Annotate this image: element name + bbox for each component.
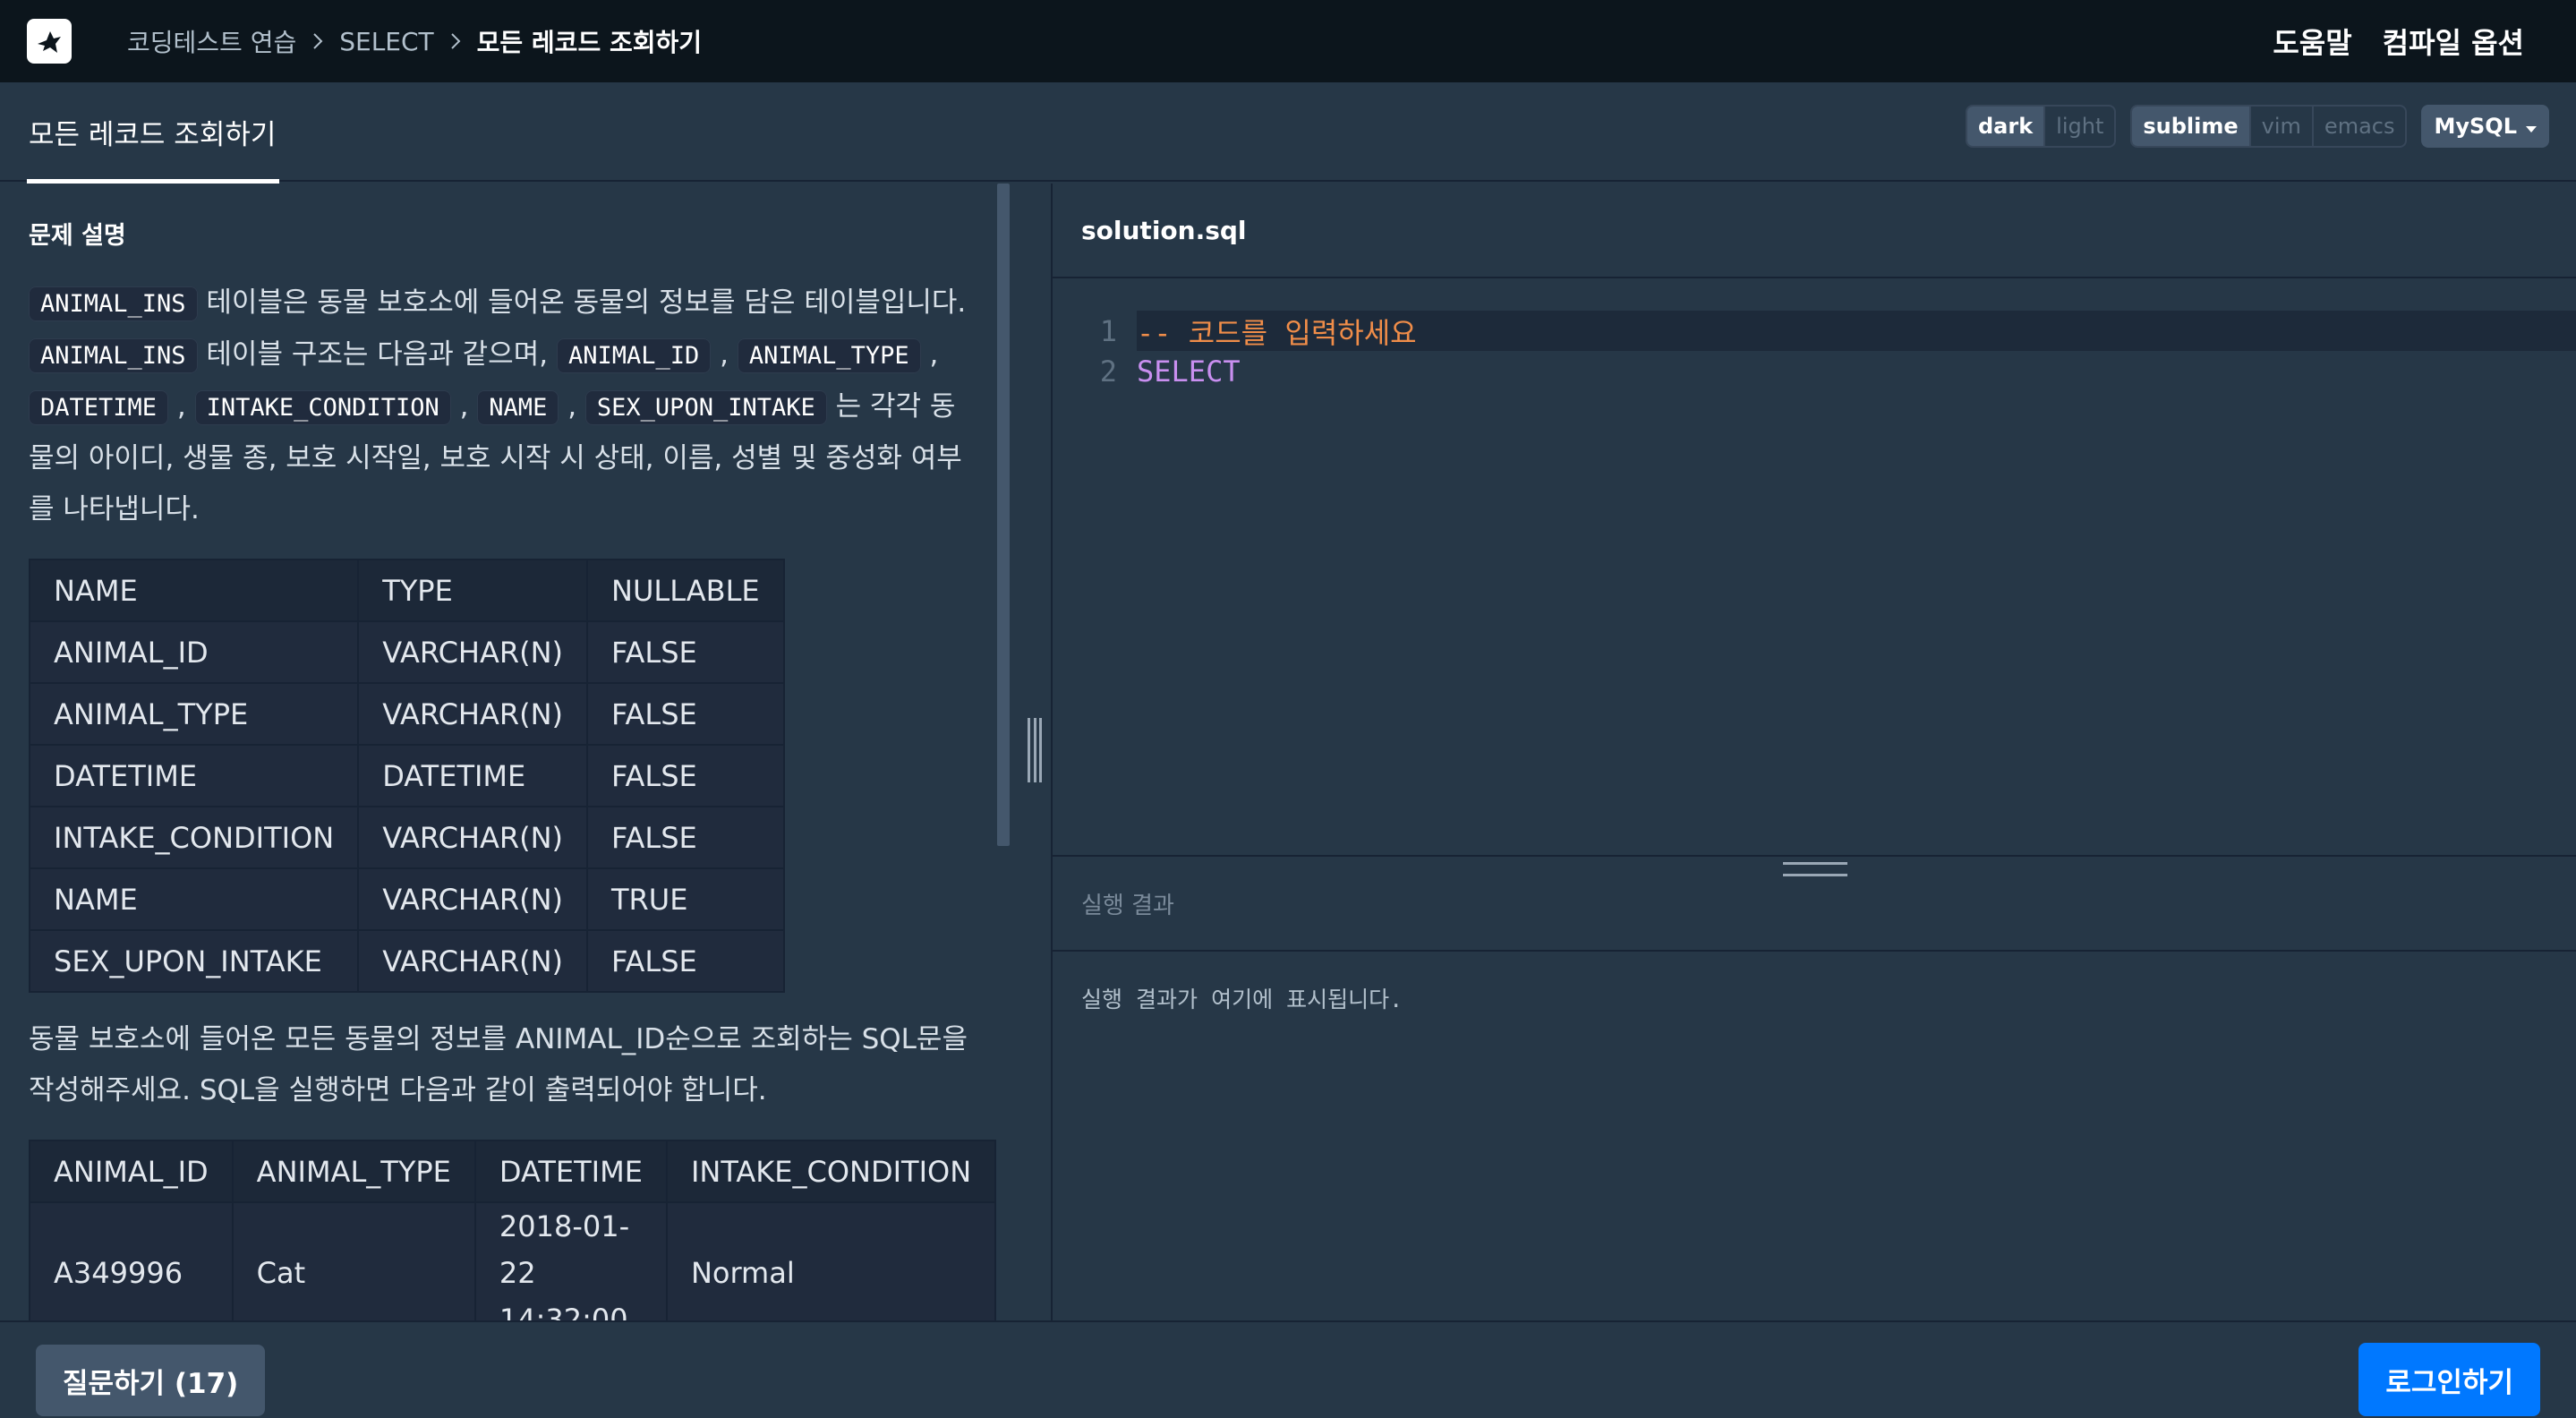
table-row: A349996 Cat 2018-01-22 14:32:00 Normal	[29, 1201, 997, 1320]
table-cell: INTAKE_CONDITION	[28, 806, 360, 869]
result-output: 실행 결과가 여기에 표시됩니다.	[1081, 987, 1403, 1012]
code-line-text: SELECT	[1137, 354, 1241, 389]
inline-code: DATETIME	[29, 390, 169, 425]
editor-file-tab[interactable]: solution.sql	[1053, 184, 2576, 278]
table-cell: FALSE	[586, 744, 785, 807]
text: 테이블 구조는 다음과 같으며,	[197, 338, 557, 371]
horizontal-grip-icon[interactable]	[1783, 862, 1847, 876]
breadcrumb: 코딩테스트 연습 SELECT 모든 레코드 조회하기	[127, 23, 702, 59]
problem-header: 모든 레코드 조회하기 dark light sublime vim emacs…	[0, 82, 2576, 184]
language-select-value: MySQL	[2434, 114, 2517, 139]
table-row: ANIMAL_ID VARCHAR(N) FALSE	[28, 620, 785, 684]
table-cell: TRUE	[586, 867, 785, 931]
section-title: 문제 설명	[29, 222, 126, 250]
table-cell: ANIMAL_TYPE	[28, 682, 360, 746]
table-header: ANIMAL_ID	[29, 1140, 234, 1203]
text: ,	[929, 338, 939, 371]
problem-description-pane: 문제 설명 ANIMAL_INS 테이블은 동물 보호소에 들어온 동물의 정보…	[0, 184, 1011, 1320]
text: ,	[459, 390, 469, 423]
table-cell: NAME	[28, 867, 360, 931]
breadcrumb-item-coding-test[interactable]: 코딩테스트 연습	[127, 23, 296, 59]
code-line[interactable]: 2 SELECT	[1053, 351, 2576, 391]
code-editor[interactable]: 1 -- 코드를 입력하세요 2 SELECT	[1053, 311, 2576, 391]
breadcrumb-item-select[interactable]: SELECT	[339, 27, 433, 56]
table-cell: VARCHAR(N)	[357, 806, 588, 869]
pane-resize-handle[interactable]	[1011, 184, 1053, 1320]
keymap-vim-button[interactable]: vim	[2248, 107, 2312, 146]
theme-toggle: dark light	[1966, 105, 2117, 148]
table-cell: VARCHAR(N)	[357, 929, 588, 993]
theme-light-button[interactable]: light	[2043, 107, 2114, 146]
keymap-toggle: sublime vim emacs	[2130, 105, 2408, 148]
table-row: INTAKE_CONDITION VARCHAR(N) FALSE	[28, 806, 785, 869]
table-header: INTAKE_CONDITION	[665, 1140, 997, 1203]
table-cell: SEX_UPON_INTAKE	[28, 929, 360, 993]
table-header-row: ANIMAL_ID ANIMAL_TYPE DATETIME INTAKE_CO…	[29, 1140, 997, 1203]
table-header: ANIMAL_TYPE	[231, 1140, 476, 1203]
line-number: 1	[1099, 313, 1117, 348]
table-cell: VARCHAR(N)	[357, 620, 588, 684]
table-cell: ANIMAL_ID	[28, 620, 360, 684]
table-cell: Cat	[231, 1201, 476, 1320]
table-header: TYPE	[357, 559, 588, 622]
chevron-right-icon	[450, 32, 461, 50]
table-cell: VARCHAR(N)	[357, 867, 588, 931]
top-nav: 코딩테스트 연습 SELECT 모든 레코드 조회하기 도움말 컴파일 옵션	[0, 0, 2576, 82]
table-cell: A349996	[29, 1201, 234, 1320]
chevron-right-icon	[312, 32, 323, 50]
help-link[interactable]: 도움말	[2273, 21, 2351, 62]
theme-dark-button[interactable]: dark	[1967, 107, 2044, 146]
table-row: ANIMAL_TYPE VARCHAR(N) FALSE	[28, 682, 785, 746]
table-cell: FALSE	[586, 682, 785, 746]
inline-code: SEX_UPON_INTAKE	[584, 390, 827, 425]
table-cell: DATETIME	[28, 744, 360, 807]
example-output-table: ANIMAL_ID ANIMAL_TYPE DATETIME INTAKE_CO…	[29, 1140, 997, 1320]
language-select[interactable]: MySQL	[2421, 105, 2549, 148]
table-cell: 2018-01-22 14:32:00	[473, 1201, 668, 1320]
description-scrollbar[interactable]	[997, 184, 1010, 846]
login-button[interactable]: 로그인하기	[2358, 1343, 2540, 1416]
breadcrumb-current: 모든 레코드 조회하기	[476, 28, 702, 57]
table-cell: Normal	[665, 1201, 997, 1320]
table-cell: FALSE	[586, 929, 785, 993]
table-header: NAME	[28, 559, 360, 622]
table-row: DATETIME DATETIME FALSE	[28, 744, 785, 807]
problem-paragraph-2: 동물 보호소에 들어온 모든 동물의 정보를 ANIMAL_ID순으로 조회하는…	[29, 1023, 968, 1106]
footer-bar: 질문하기 (17) 로그인하기	[0, 1320, 2576, 1418]
text: ,	[720, 338, 729, 371]
inline-code: ANIMAL_ID	[556, 338, 712, 373]
problem-paragraph-1: ANIMAL_INS 테이블은 동물 보호소에 들어온 동물의 정보를 담은 테…	[29, 278, 968, 535]
table-cell: VARCHAR(N)	[357, 682, 588, 746]
text: 테이블은 동물 보호소에 들어온 동물의 정보를 담은 테이블입니다.	[197, 286, 967, 319]
inline-code: ANIMAL_TYPE	[737, 338, 921, 373]
inline-code: INTAKE_CONDITION	[194, 390, 451, 425]
vertical-grip-icon	[1028, 718, 1042, 782]
inline-code: ANIMAL_INS	[29, 338, 198, 373]
question-button[interactable]: 질문하기 (17)	[36, 1345, 266, 1416]
code-line[interactable]: 1 -- 코드를 입력하세요	[1100, 311, 2576, 351]
caret-down-icon	[2526, 114, 2537, 139]
table-cell: FALSE	[586, 806, 785, 869]
schema-table: NAME TYPE NULLABLE ANIMAL_ID VARCHAR(N) …	[28, 559, 785, 993]
table-row: NAME VARCHAR(N) TRUE	[28, 867, 785, 931]
programmers-logo-icon[interactable]	[27, 19, 72, 64]
line-number: 2	[1099, 354, 1117, 389]
compile-options-link[interactable]: 컴파일 옵션	[2383, 21, 2524, 62]
table-header-row: NAME TYPE NULLABLE	[28, 559, 785, 622]
table-header: DATETIME	[473, 1140, 668, 1203]
table-row: SEX_UPON_INTAKE VARCHAR(N) FALSE	[28, 929, 785, 993]
code-line-text: -- 코드를 입력하세요	[1137, 315, 1417, 350]
code-editor-pane: solution.sql 1 -- 코드를 입력하세요 2 SELECT	[1053, 184, 2576, 855]
table-cell: FALSE	[586, 620, 785, 684]
table-header: NULLABLE	[586, 559, 785, 622]
inline-code: NAME	[477, 390, 559, 425]
text: ,	[567, 390, 577, 423]
text: ,	[176, 390, 186, 423]
keymap-sublime-button[interactable]: sublime	[2132, 107, 2249, 146]
table-cell: DATETIME	[357, 744, 588, 807]
problem-title-tab[interactable]: 모든 레코드 조회하기	[27, 82, 280, 184]
result-pane: 실행 결과 실행 결과가 여기에 표시됩니다.	[1053, 855, 2576, 1320]
keymap-emacs-button[interactable]: emacs	[2311, 107, 2406, 146]
inline-code: ANIMAL_INS	[29, 286, 198, 321]
